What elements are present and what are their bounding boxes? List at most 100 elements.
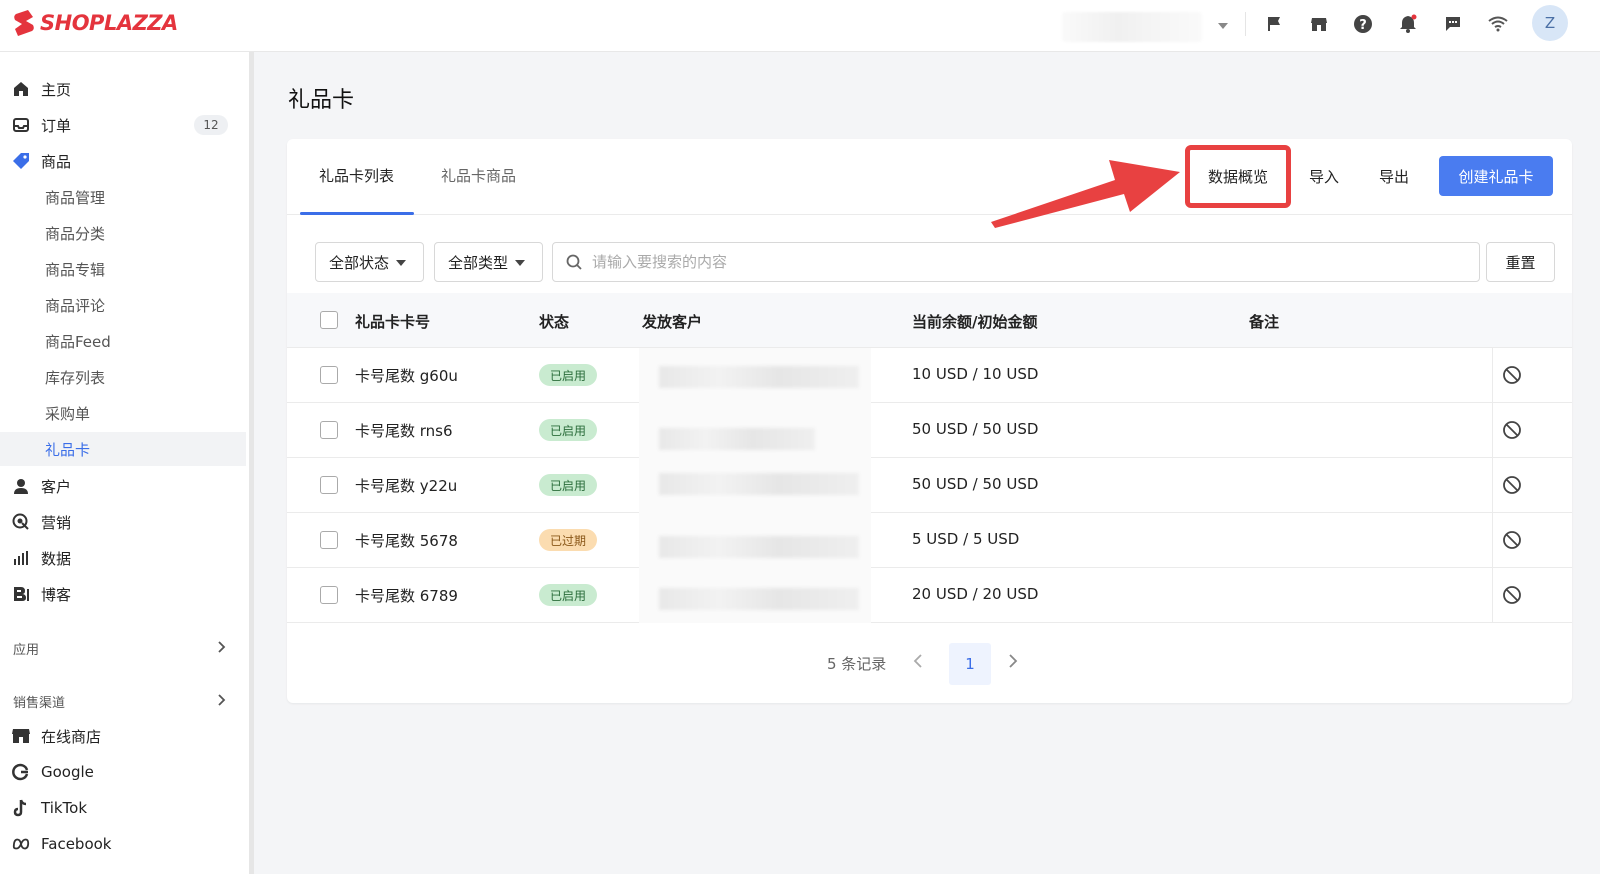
blog-icon: [12, 585, 30, 603]
chevron-down-icon: [396, 260, 406, 266]
sidebar-item-label: TikTok: [41, 799, 88, 817]
table-header: 礼品卡卡号 状态 发放客户 当前余额/初始金额 备注: [287, 293, 1572, 348]
data-overview-button[interactable]: 数据概览: [1195, 156, 1281, 196]
flag-icon[interactable]: [1263, 12, 1287, 36]
wifi-icon[interactable]: [1486, 12, 1510, 36]
search-input[interactable]: [592, 253, 1452, 271]
type-filter-dropdown[interactable]: 全部类型: [434, 242, 543, 282]
sidebar-sub-product-categories[interactable]: 商品分类: [0, 216, 246, 250]
row-checkbox[interactable]: [320, 586, 338, 604]
import-button[interactable]: 导入: [1299, 156, 1349, 196]
sidebar-sub-gift-cards[interactable]: 礼品卡: [0, 432, 246, 466]
row-checkbox[interactable]: [320, 531, 338, 549]
store-selector[interactable]: [1062, 10, 1232, 42]
meta-icon: [12, 835, 30, 853]
divider: [1492, 403, 1493, 458]
disable-icon[interactable]: [1501, 419, 1523, 441]
pagination-page-current[interactable]: 1: [949, 643, 991, 685]
select-all-checkbox[interactable]: [320, 311, 338, 329]
sidebar-item-tiktok[interactable]: TikTok: [0, 791, 246, 825]
sales-channels-label: 销售渠道: [13, 695, 66, 711]
sidebar-item-products[interactable]: 商品: [0, 144, 246, 178]
home-icon: [12, 80, 30, 98]
sidebar-sub-product-reviews[interactable]: 商品评论: [0, 288, 246, 322]
row-checkbox[interactable]: [320, 366, 338, 384]
status-badge: 已启用: [539, 584, 597, 606]
sidebar-sub-product-feed[interactable]: 商品Feed: [0, 324, 246, 358]
card-number: 卡号尾数 g60u: [355, 367, 458, 385]
google-icon: [12, 763, 30, 781]
table-row[interactable]: 卡号尾数 rns6 已启用 50 USD / 50 USD: [287, 403, 1572, 458]
card-number: 卡号尾数 5678: [355, 532, 458, 550]
chevron-left-icon[interactable]: [909, 651, 929, 671]
balance-value: 5 USD / 5 USD: [912, 530, 1020, 548]
apps-section-header[interactable]: 应用: [0, 633, 246, 663]
notification-icon[interactable]: [1396, 12, 1420, 36]
reset-button[interactable]: 重置: [1486, 242, 1555, 282]
type-filter-label: 全部类型: [448, 253, 509, 272]
sidebar-sub-product-management[interactable]: 商品管理: [0, 180, 246, 214]
chat-icon[interactable]: [1441, 12, 1465, 36]
sales-channels-header[interactable]: 销售渠道: [0, 686, 246, 716]
disable-icon[interactable]: [1501, 529, 1523, 551]
sidebar-item-home[interactable]: 主页: [0, 72, 246, 106]
gift-card-panel: 礼品卡列表 礼品卡商品 数据概览 导入 导出 创建礼品卡 全部状态 全部类型 重…: [287, 139, 1572, 703]
chevron-down-icon: [1218, 23, 1228, 29]
status-filter-dropdown[interactable]: 全部状态: [315, 242, 424, 282]
svg-text:?: ?: [1359, 18, 1367, 33]
sidebar-sub-product-collections[interactable]: 商品专辑: [0, 252, 246, 286]
tab-gift-card-products[interactable]: 礼品卡商品: [441, 165, 516, 186]
help-icon[interactable]: ?: [1351, 12, 1375, 36]
sidebar-item-marketing[interactable]: 营销: [0, 505, 246, 539]
store-icon: [12, 727, 30, 745]
chevron-right-icon: [218, 694, 226, 706]
search-box[interactable]: [552, 242, 1480, 282]
apps-section-label: 应用: [13, 642, 40, 658]
store-name-redacted: [1062, 12, 1202, 42]
disable-icon[interactable]: [1501, 364, 1523, 386]
divider: [1492, 348, 1493, 403]
redacted-text: [659, 366, 859, 388]
pagination-total: 5 条记录: [827, 655, 887, 673]
chevron-right-icon: [218, 641, 226, 653]
tab-gift-card-list[interactable]: 礼品卡列表: [319, 165, 394, 186]
chevron-right-icon[interactable]: [1002, 651, 1022, 671]
card-number: 卡号尾数 rns6: [355, 422, 453, 440]
page-title: 礼品卡: [288, 88, 355, 113]
store-icon[interactable]: [1307, 12, 1331, 36]
column-header-status: 状态: [539, 313, 570, 331]
disable-icon[interactable]: [1501, 474, 1523, 496]
sidebar-item-analytics[interactable]: 数据: [0, 541, 246, 575]
sidebar-sub-inventory[interactable]: 库存列表: [0, 360, 246, 394]
sidebar-item-orders[interactable]: 订单 12: [0, 108, 246, 142]
redacted-text: [659, 428, 815, 450]
table-row[interactable]: 卡号尾数 y22u 已启用 50 USD / 50 USD: [287, 458, 1572, 513]
sidebar-item-facebook[interactable]: Facebook: [0, 827, 246, 861]
export-button[interactable]: 导出: [1369, 156, 1419, 196]
sidebar-item-label: 数据: [41, 549, 72, 568]
chevron-down-icon: [515, 260, 525, 266]
row-checkbox[interactable]: [320, 476, 338, 494]
redacted-text: [659, 473, 859, 495]
sidebar-item-label: 主页: [41, 80, 72, 99]
table-row[interactable]: 卡号尾数 6789 已启用 20 USD / 20 USD: [287, 568, 1572, 623]
balance-value: 50 USD / 50 USD: [912, 420, 1039, 438]
create-gift-card-button[interactable]: 创建礼品卡: [1439, 156, 1553, 196]
card-number: 卡号尾数 y22u: [355, 477, 458, 495]
table-row[interactable]: 卡号尾数 5678 已过期 5 USD / 5 USD: [287, 513, 1572, 568]
divider: [1492, 513, 1493, 568]
sidebar-item-blog[interactable]: 博客: [0, 577, 246, 611]
marketing-icon: [12, 513, 30, 531]
sidebar-item-customers[interactable]: 客户: [0, 469, 246, 503]
annotation-arrow: [991, 160, 1180, 228]
customer-column-redacted: [639, 348, 871, 623]
table-row[interactable]: 卡号尾数 g60u 已启用 10 USD / 10 USD: [287, 348, 1572, 403]
logo-mark-icon: [14, 10, 34, 36]
row-checkbox[interactable]: [320, 421, 338, 439]
disable-icon[interactable]: [1501, 584, 1523, 606]
sidebar-item-google[interactable]: Google: [0, 755, 246, 789]
sidebar-sub-purchase-orders[interactable]: 采购单: [0, 396, 246, 430]
shoplazza-logo[interactable]: SHOPLAZZA: [12, 8, 178, 38]
user-avatar[interactable]: Z: [1532, 5, 1568, 41]
sidebar-item-online-store[interactable]: 在线商店: [0, 719, 246, 753]
